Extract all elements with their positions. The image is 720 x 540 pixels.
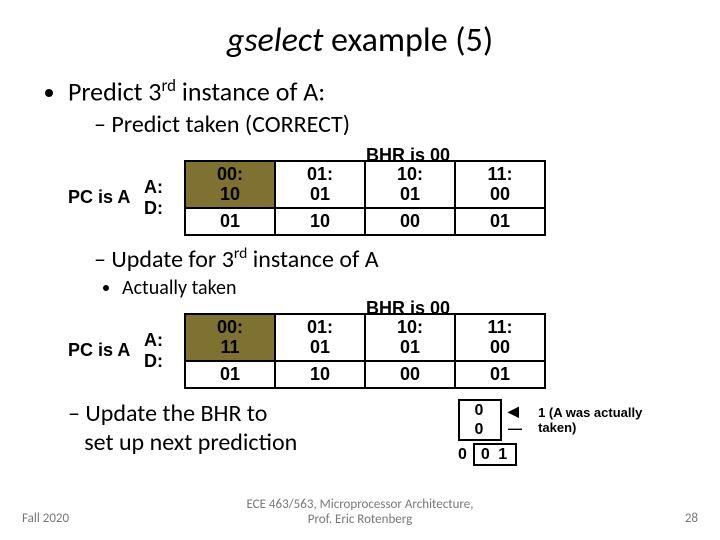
footer-center-l1: ECE 463/563, Microprocessor Architecture… xyxy=(246,497,473,512)
table-row: 01 10 00 01 xyxy=(185,208,545,235)
pht2-cell-A-11: 11:00 xyxy=(455,314,545,361)
pht-cell-D-11: 01 xyxy=(455,208,545,235)
bullet-list-2b: Update for 3rd instance of A Actually ta… xyxy=(68,244,680,300)
sub3b: set up next prediction xyxy=(84,428,297,457)
pht2-cell-A-01: 01:01 xyxy=(275,314,365,361)
pht-cell-A-11: 11:00 xyxy=(455,161,545,208)
bullet-list-3: Actually taken xyxy=(94,276,680,300)
sub3a: Update the BHR to xyxy=(85,399,267,428)
row-headers-1: A: D: xyxy=(144,177,168,218)
footer-center: ECE 463/563, Microprocessor Architecture… xyxy=(0,497,720,528)
bhr-diagram: 0 0 ◀— 1 (A was actually taken) 0 0 1 xyxy=(458,399,680,467)
pc-label-2: PC is A xyxy=(68,340,128,361)
sub-sub-bullet-actually: Actually taken xyxy=(122,276,680,300)
pht2-cell-D-01: 10 xyxy=(275,361,365,388)
row-headers-2: A: D: xyxy=(144,330,168,371)
sub2-post: instance of A xyxy=(247,245,378,274)
sub2-pre: Update for 3 xyxy=(111,245,233,274)
title-italic: gselect xyxy=(227,20,324,61)
rowhdr-A-2: A: xyxy=(144,330,168,351)
pht-cell-D-10: 00 xyxy=(365,208,455,235)
lower-split: Update the BHR to set up next prediction… xyxy=(68,397,680,467)
pc-label-1: PC is A xyxy=(68,187,128,208)
rowhdr-D-2: D: xyxy=(144,351,168,372)
pht2-cell-D-10: 00 xyxy=(365,361,455,388)
pht2-cell-D-11: 01 xyxy=(455,361,545,388)
pht-cell-D-01: 10 xyxy=(275,208,365,235)
bullet-list-2c: Update the BHR to set up next prediction xyxy=(68,399,368,457)
bhr-new-box: 0 1 xyxy=(473,443,517,466)
bullet-list-2a: Predict taken (CORRECT) xyxy=(68,110,680,139)
pht-cell-A-01: 01:01 xyxy=(275,161,365,208)
bullet-1-pre: Predict 3 xyxy=(68,76,161,108)
pht-row-1: PC is A A: D: 00:10 01:01 10:01 11:00 xyxy=(68,160,680,236)
footer-center-l2: Prof. Eric Rotenberg xyxy=(308,512,412,527)
lower-left: Update the BHR to set up next prediction xyxy=(68,397,368,457)
table-row: 00:11 01:01 10:01 11:00 xyxy=(185,314,545,361)
title-rest: example (5) xyxy=(323,20,493,61)
bhr-note: 1 (A was actually taken) xyxy=(538,405,680,435)
bhr-shift-out: 0 xyxy=(458,446,467,464)
table-row: 01 10 00 01 xyxy=(185,361,545,388)
pht2-cell-A-00: 00:11 xyxy=(185,314,275,361)
sub-bullet-update-bhr: Update the BHR to set up next prediction xyxy=(68,399,368,457)
pht-table-1: 00:10 01:01 10:01 11:00 01 10 00 01 xyxy=(184,160,546,236)
pht2-cell-A-10: 10:01 xyxy=(365,314,455,361)
pht-block-1: BHR is 00 PC is A A: D: 00:10 01:01 10:0… xyxy=(68,145,680,236)
bhr-line2: 0 0 1 xyxy=(458,443,680,466)
slide-title: gselect example (5) xyxy=(40,20,680,61)
sub-bullet-update: Update for 3rd instance of A Actually ta… xyxy=(94,244,680,300)
pht-table-2: 00:11 01:01 10:01 11:00 01 10 00 01 xyxy=(184,313,546,389)
bullet-1-post: instance of A: xyxy=(176,76,325,108)
pht-cell-A-10: 10:01 xyxy=(365,161,455,208)
arrow-left-icon: ◀— xyxy=(508,403,532,436)
slide: gselect example (5) Predict 3rd instance… xyxy=(0,0,720,540)
bullet-1-sup: rd xyxy=(161,75,176,96)
sub-bullet-predict: Predict taken (CORRECT) xyxy=(94,110,680,139)
rowhdr-A-1: A: xyxy=(144,177,168,198)
lower-right: 0 0 ◀— 1 (A was actually taken) 0 0 1 xyxy=(398,397,680,467)
table-row: 00:10 01:01 10:01 11:00 xyxy=(185,161,545,208)
pht-cell-A-00: 00:10 xyxy=(185,161,275,208)
pht-block-2: BHR is 00 PC is A A: D: 00:11 01:01 10:0… xyxy=(68,298,680,389)
pht-cell-D-00: 01 xyxy=(185,208,275,235)
rowhdr-D-1: D: xyxy=(144,198,168,219)
bhr-old-box: 0 0 xyxy=(458,399,502,441)
bullet-list-1: Predict 3rd instance of A: Predict taken… xyxy=(46,75,680,466)
bullet-1: Predict 3rd instance of A: Predict taken… xyxy=(68,75,680,466)
pht-row-2: PC is A A: D: 00:11 01:01 10:01 11:00 xyxy=(68,313,680,389)
pht2-cell-D-00: 01 xyxy=(185,361,275,388)
sub2-sup: rd xyxy=(234,244,247,263)
footer-right: 28 xyxy=(685,511,698,526)
